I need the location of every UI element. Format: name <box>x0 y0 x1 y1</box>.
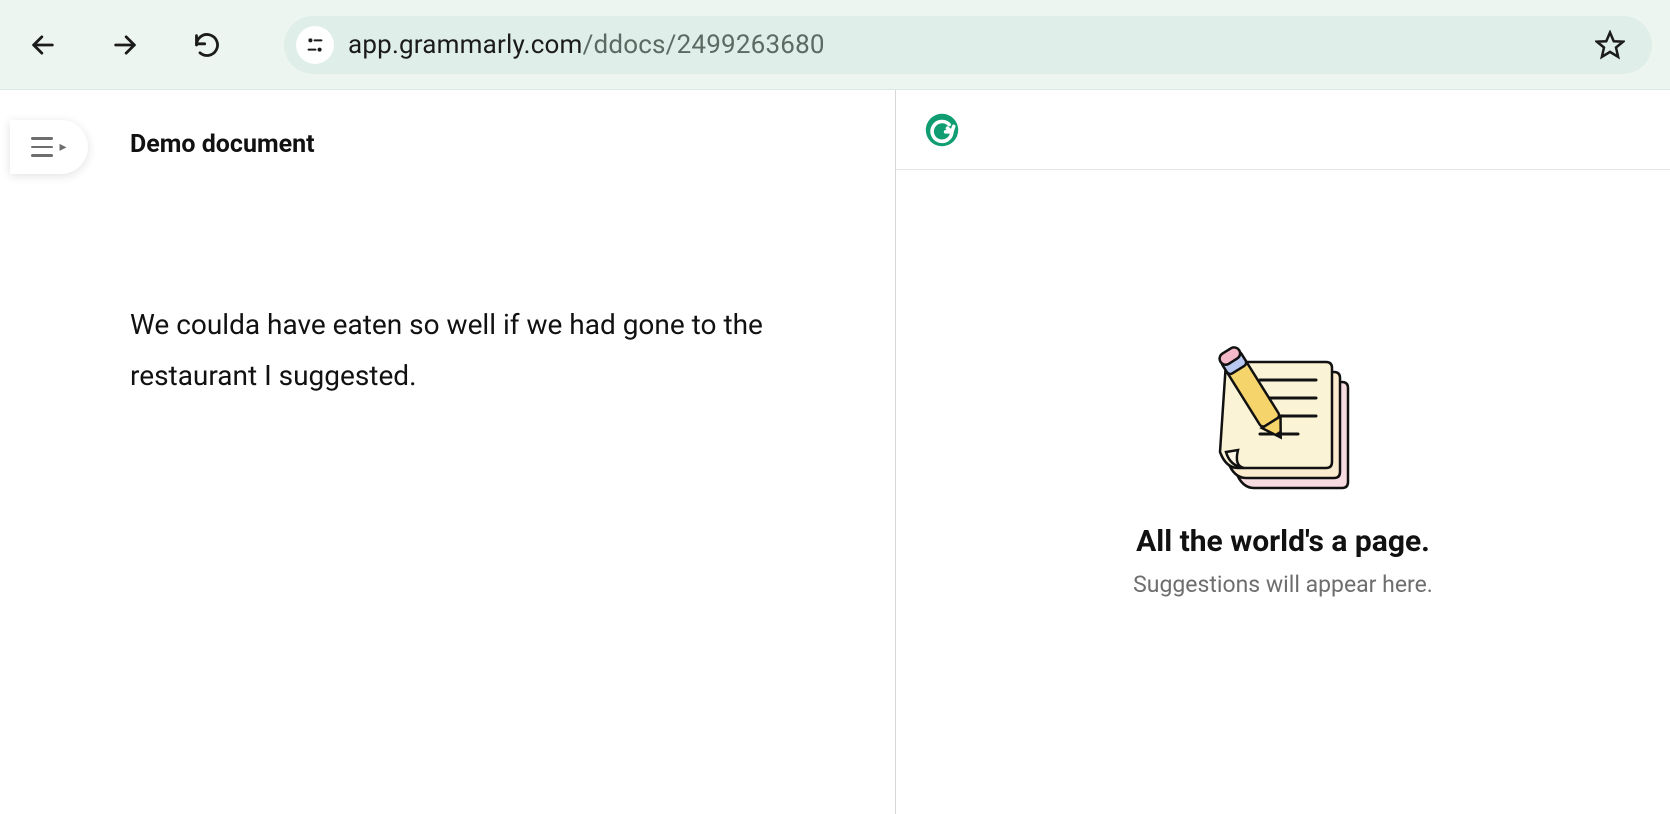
suggestions-sidebar: All the world's a page. Suggestions will… <box>896 90 1670 814</box>
url-path: /ddocs/2499263680 <box>583 30 825 60</box>
document-title[interactable]: Demo document <box>130 130 315 159</box>
empty-state-illustration-icon <box>1198 346 1368 506</box>
bookmark-button[interactable] <box>1588 23 1632 67</box>
grammarly-logo-icon[interactable] <box>924 112 960 148</box>
editor-pane: ▸ Demo document We coulda have eaten so … <box>0 90 896 814</box>
url-host: app.grammarly.com <box>348 30 583 60</box>
sidebar-header <box>896 90 1670 170</box>
document-body[interactable]: We coulda have eaten so well if we had g… <box>130 300 815 402</box>
menu-button[interactable]: ▸ <box>10 120 88 174</box>
browser-toolbar: app.grammarly.com/ddocs/2499263680 <box>0 0 1670 90</box>
empty-state-title: All the world's a page. <box>1136 524 1430 559</box>
sidebar-empty-state: All the world's a page. Suggestions will… <box>896 170 1670 814</box>
site-settings-icon[interactable] <box>296 26 334 64</box>
empty-state-subtitle: Suggestions will appear here. <box>1133 571 1433 598</box>
chevron-right-icon: ▸ <box>59 139 66 155</box>
hamburger-icon <box>31 137 53 157</box>
url-text: app.grammarly.com/ddocs/2499263680 <box>348 30 825 60</box>
app-content: ▸ Demo document We coulda have eaten so … <box>0 90 1670 814</box>
back-button[interactable] <box>18 20 68 70</box>
forward-button[interactable] <box>100 20 150 70</box>
reload-button[interactable] <box>182 20 232 70</box>
address-bar[interactable]: app.grammarly.com/ddocs/2499263680 <box>284 16 1652 74</box>
